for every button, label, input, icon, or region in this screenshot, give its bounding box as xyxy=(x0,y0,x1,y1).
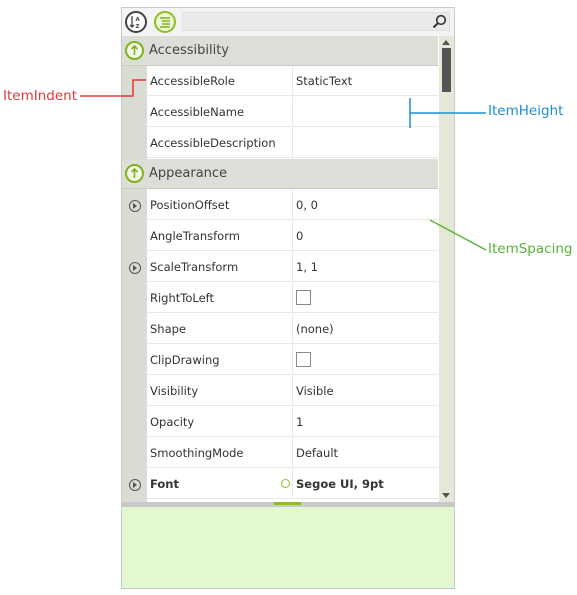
property-value[interactable]: (none) xyxy=(293,314,438,344)
svg-text:Z: Z xyxy=(136,24,140,29)
scroll-up-icon[interactable] xyxy=(442,40,450,45)
property-name: Shape xyxy=(147,314,293,344)
expand-icon[interactable] xyxy=(129,200,141,212)
annotation-item-indent-line xyxy=(80,79,146,97)
toolbar: A Z xyxy=(122,8,454,36)
property-row[interactable]: AccessibleDescription xyxy=(147,128,438,159)
property-row[interactable]: RightToLeft xyxy=(147,283,438,314)
property-value[interactable]: Visible xyxy=(293,376,438,406)
property-value xyxy=(293,345,438,375)
up-arrow-glyph xyxy=(130,167,139,178)
property-name: AngleTransform xyxy=(147,221,293,251)
property-name: Visibility xyxy=(147,376,293,406)
category-label: Appearance xyxy=(149,166,228,181)
property-value[interactable]: 0, 0 xyxy=(293,190,438,220)
category-accessibility[interactable]: Accessibility xyxy=(122,36,438,66)
property-row[interactable]: SmoothingMode Default xyxy=(147,438,438,469)
right-to-left-checkbox[interactable] xyxy=(296,290,311,305)
property-name: Opacity xyxy=(147,407,293,437)
expand-icon[interactable] xyxy=(129,479,141,491)
search-icon[interactable] xyxy=(432,14,447,29)
categorized-icon[interactable] xyxy=(154,11,176,33)
property-name: ClipDrawing xyxy=(147,345,293,375)
property-name: AccessibleName xyxy=(147,97,293,127)
property-value[interactable]: Segoe UI, 9pt xyxy=(293,469,438,499)
annotation-item-spacing-line xyxy=(429,219,487,251)
description-panel xyxy=(122,507,454,588)
annotation-item-indent: ItemIndent xyxy=(3,88,77,104)
svg-text:A: A xyxy=(136,17,141,23)
property-value[interactable]: Default xyxy=(293,438,438,468)
property-grid-panel: A Z Accessibility AccessibleRole StaticT… xyxy=(121,7,455,589)
property-name: Font xyxy=(147,469,293,499)
property-value[interactable]: 1 xyxy=(293,407,438,437)
property-grid: Accessibility AccessibleRole StaticText … xyxy=(122,36,454,502)
expand-icon[interactable] xyxy=(129,262,141,274)
clip-drawing-checkbox[interactable] xyxy=(296,352,311,367)
categorized-glyph xyxy=(160,17,170,28)
property-value[interactable]: 0 xyxy=(293,221,438,251)
annotation-item-spacing: ItemSpacing xyxy=(488,241,573,257)
property-value[interactable]: 1, 1 xyxy=(293,252,438,282)
annotation-item-height: ItemHeight xyxy=(488,103,564,119)
sort-alphabetical-glyph: A Z xyxy=(129,16,141,29)
property-name: RightToLeft xyxy=(147,283,293,313)
property-value xyxy=(293,283,438,313)
annotation-item-height-line xyxy=(409,98,486,128)
search-input[interactable] xyxy=(182,12,450,31)
property-row[interactable]: Opacity 1 xyxy=(147,407,438,438)
property-row[interactable]: ScaleTransform 1, 1 xyxy=(147,252,438,283)
property-name: AccessibleRole xyxy=(147,66,293,96)
property-value[interactable] xyxy=(293,128,438,158)
property-row[interactable]: AccessibleName xyxy=(147,97,438,128)
property-name: ScaleTransform xyxy=(147,252,293,282)
category-label: Accessibility xyxy=(149,43,229,58)
property-row[interactable]: PositionOffset 0, 0 xyxy=(147,190,438,221)
splitter-grip[interactable] xyxy=(274,502,301,505)
property-row[interactable]: ClipDrawing xyxy=(147,345,438,376)
property-name: SmoothingMode xyxy=(147,438,293,468)
property-row[interactable]: Shape (none) xyxy=(147,314,438,345)
property-value[interactable]: StaticText xyxy=(293,66,438,96)
property-row[interactable]: AngleTransform 0 xyxy=(147,221,438,252)
property-row[interactable]: Visibility Visible xyxy=(147,376,438,407)
property-row[interactable]: Font Segoe UI, 9pt xyxy=(147,469,438,500)
category-appearance[interactable]: Appearance xyxy=(122,159,438,189)
up-arrow-glyph xyxy=(130,44,139,55)
sort-alphabetical-icon[interactable]: A Z xyxy=(125,11,147,33)
scrollbar-thumb[interactable] xyxy=(442,48,451,92)
modified-indicator-icon xyxy=(281,479,290,488)
scroll-down-icon[interactable] xyxy=(442,493,450,498)
collapse-arrow-icon[interactable] xyxy=(125,164,144,183)
property-name: PositionOffset xyxy=(147,190,293,220)
property-name: AccessibleDescription xyxy=(147,128,293,158)
property-row[interactable]: AccessibleRole StaticText xyxy=(147,66,438,97)
collapse-arrow-icon[interactable] xyxy=(125,41,144,60)
